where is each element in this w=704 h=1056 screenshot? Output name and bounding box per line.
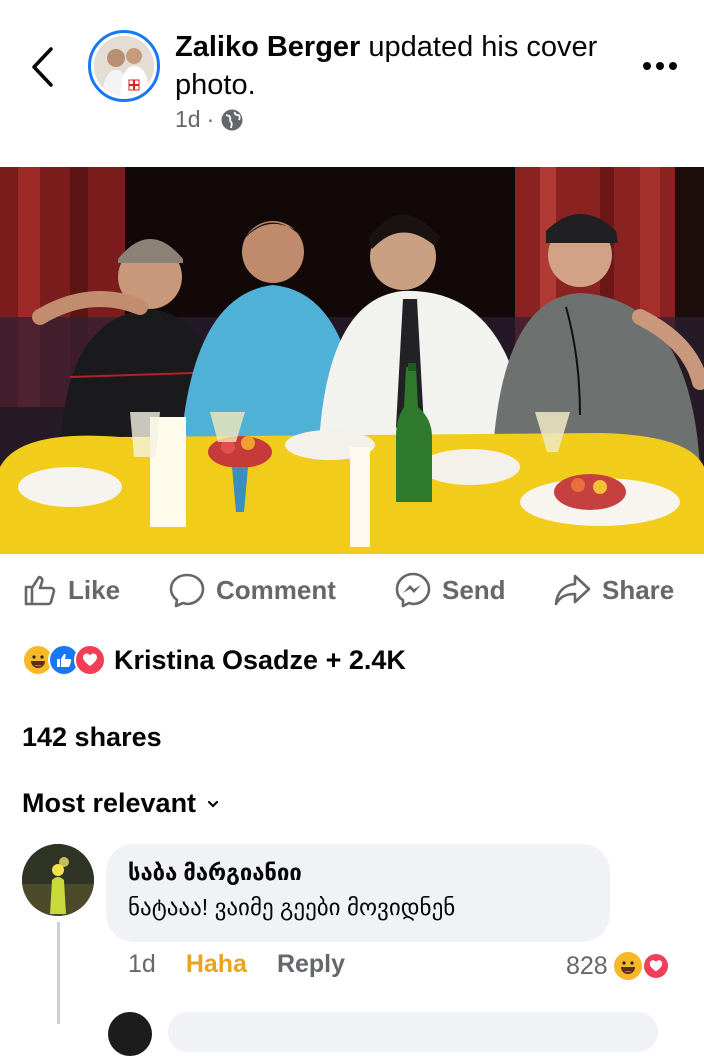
send-button[interactable]: Send — [394, 565, 506, 615]
reaction-summary-text: Kristina Osadze + 2.4K — [114, 644, 406, 675]
comment-label: Comment — [216, 574, 336, 605]
comment-text: ნატააა! ვაიმე გეები მოვიდნენ — [128, 894, 456, 920]
reaction-summary[interactable]: Kristina Osadze + 2.4K — [22, 644, 406, 676]
send-label: Send — [442, 574, 506, 605]
comment-button[interactable]: Comment — [168, 565, 336, 615]
love-icon — [74, 644, 106, 676]
share-icon — [554, 574, 591, 606]
author-avatar[interactable] — [88, 30, 160, 102]
more-dots-icon — [643, 62, 677, 70]
love-icon — [641, 952, 670, 980]
messenger-icon — [395, 572, 431, 608]
reply-bubble[interactable] — [168, 1012, 658, 1052]
comment-haha-button[interactable]: Haha — [186, 950, 247, 979]
commenter-avatar-image — [22, 844, 94, 916]
comment-time[interactable]: 1d — [128, 950, 156, 979]
like-icon — [24, 575, 56, 606]
reply-avatar[interactable] — [108, 1012, 152, 1056]
post-action-bar: Like Comment Send Share — [0, 565, 704, 615]
chevron-down-icon — [207, 800, 219, 808]
comment-bubble[interactable]: საბა მარგიანიი ნატააა! ვაიმე გეები მოვიდ… — [106, 844, 610, 942]
comment-reaction-count[interactable]: 828 — [566, 950, 670, 982]
haha-icon — [611, 950, 644, 982]
like-label: Like — [68, 574, 121, 605]
comment-sort-dropdown[interactable]: Most relevant — [22, 788, 220, 819]
globe-icon — [221, 109, 243, 130]
back-button[interactable] — [22, 42, 62, 92]
share-button[interactable]: Share — [554, 565, 674, 615]
comment-reaction-number: 828 — [566, 951, 608, 980]
sort-label: Most relevant — [22, 788, 197, 818]
share-label: Share — [602, 574, 675, 605]
more-options-button[interactable] — [636, 50, 684, 82]
shares-count[interactable]: 142 shares — [22, 722, 162, 753]
comment-footer: 1d Haha Reply — [128, 950, 345, 979]
author-name[interactable]: Zaliko Berger — [175, 31, 360, 63]
comment-author[interactable]: საბა მარგიანიი — [128, 860, 588, 886]
thread-line — [57, 922, 60, 1024]
post-title: Zaliko Berger updated his cover photo. — [175, 28, 615, 104]
cover-photo[interactable] — [0, 167, 704, 554]
post-meta: 1d · — [175, 106, 244, 133]
comment-reply-button[interactable]: Reply — [277, 950, 345, 979]
commenter-avatar[interactable] — [22, 844, 94, 916]
avatar-photo — [94, 36, 154, 96]
post-time[interactable]: 1d — [175, 106, 201, 133]
like-button[interactable]: Like — [22, 565, 120, 615]
chevron-left-icon — [32, 47, 53, 87]
meta-separator: · — [206, 106, 215, 132]
cover-photo-image — [0, 167, 704, 554]
comment-icon — [169, 573, 205, 608]
